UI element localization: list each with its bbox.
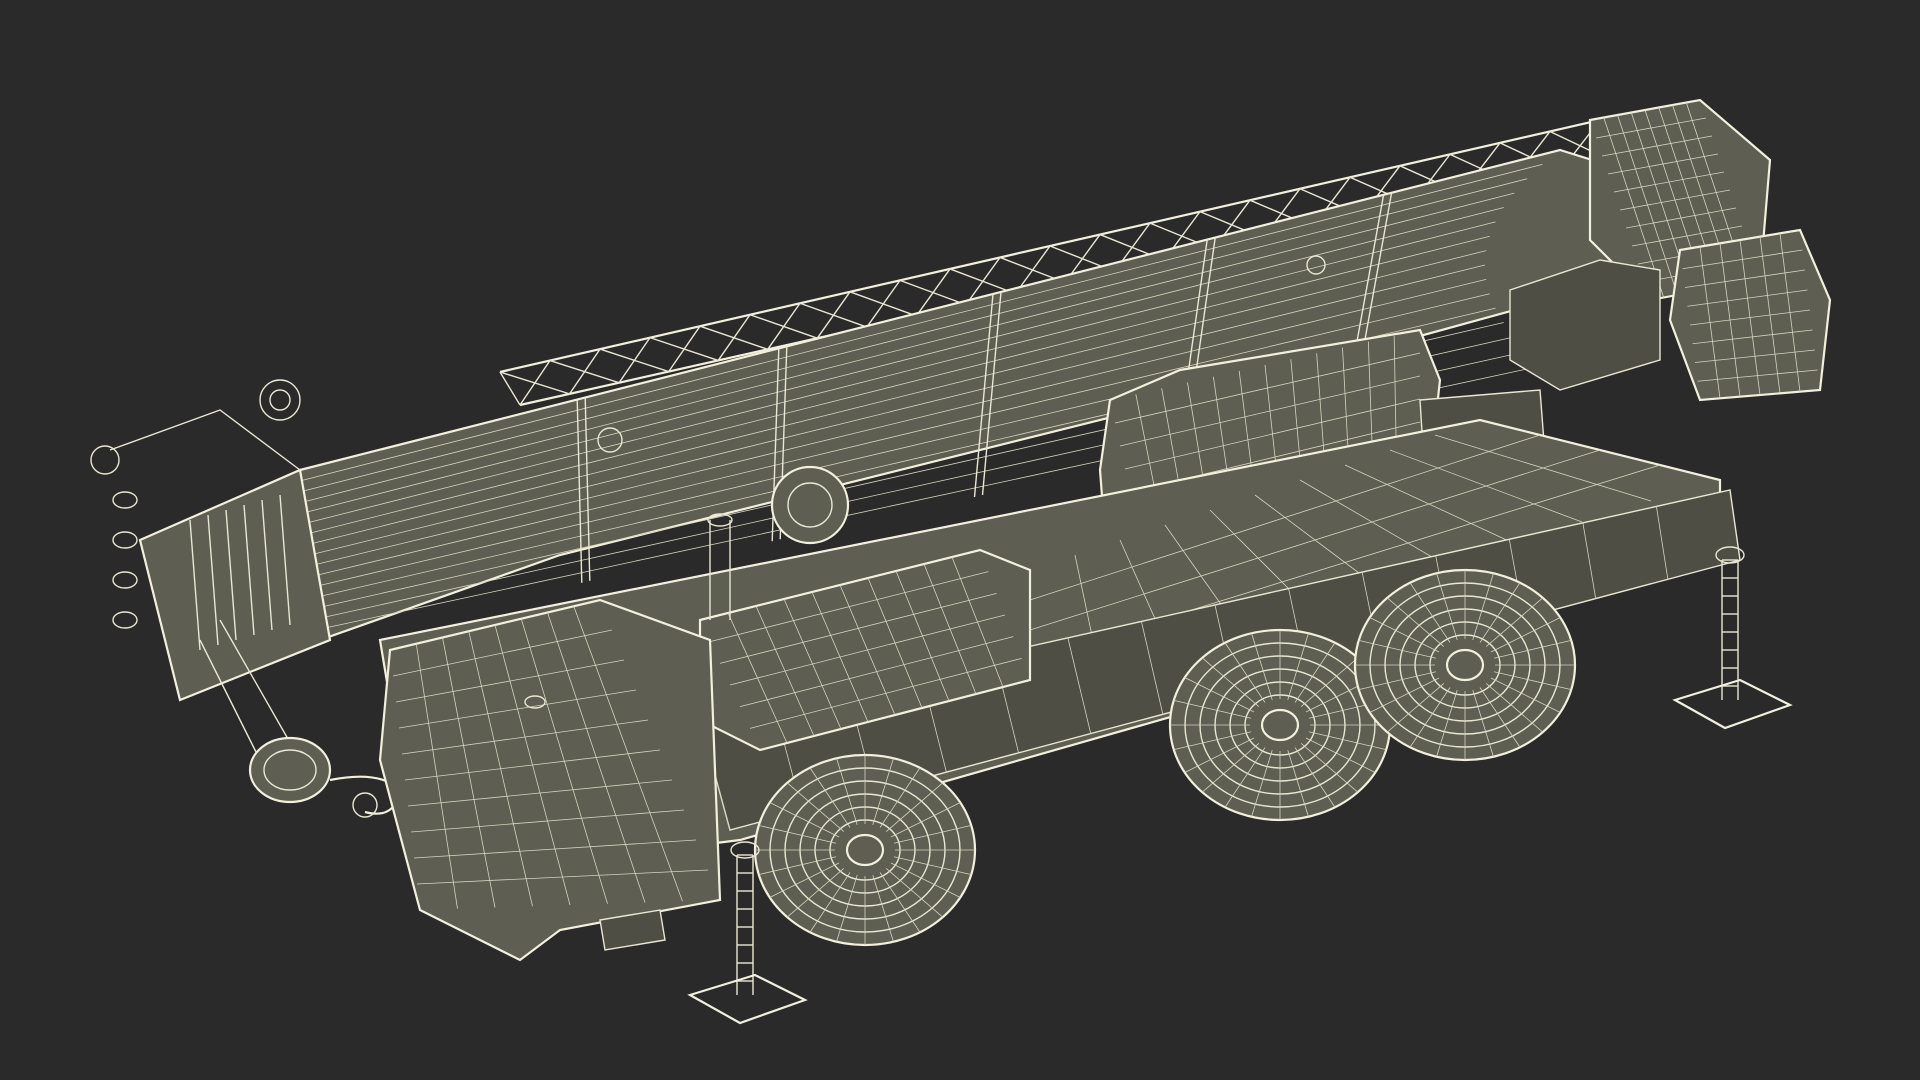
boom-head <box>90 379 332 702</box>
crane-wireframe-model <box>90 98 1832 1025</box>
wheel <box>753 753 977 947</box>
wheel <box>1353 568 1577 762</box>
driver-cab <box>378 598 722 962</box>
render-viewport <box>0 0 1920 1080</box>
